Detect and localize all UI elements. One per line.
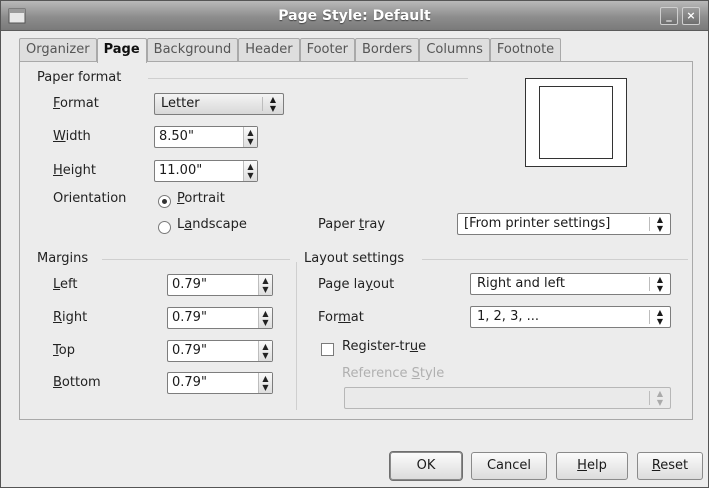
tab-footer[interactable]: Footer — [299, 38, 355, 62]
tab-organizer[interactable]: Organizer — [19, 38, 97, 62]
orientation-label: Orientation — [53, 191, 127, 206]
window-title: Page Style: Default — [278, 8, 431, 24]
minimize-button[interactable]: _ — [660, 7, 678, 25]
page-preview-margin-frame — [539, 86, 613, 159]
register-true-checkbox[interactable] — [321, 343, 334, 356]
paper-tray-label: Paper tray — [318, 217, 386, 232]
paper-format-divider — [148, 78, 468, 79]
paper-tray-select[interactable]: [From printer settings] ▲ ▼ — [457, 213, 671, 235]
margin-right-spinbox[interactable]: 0.79" ▲ ▼ — [167, 307, 273, 329]
layout-format-dropdown-arrows-icon: ▲ ▼ — [656, 308, 664, 326]
section-divider — [296, 262, 297, 410]
help-button[interactable]: Help — [556, 452, 628, 480]
register-true-label[interactable]: Register-true — [342, 339, 426, 354]
tab-columns[interactable]: Columns — [419, 38, 490, 62]
margin-right-value: 0.79" — [172, 310, 207, 325]
tab-footnote[interactable]: Footnote — [489, 38, 562, 62]
page-layout-select[interactable]: Right and left ▲ ▼ — [470, 273, 671, 295]
tab-borders[interactable]: Borders — [354, 38, 420, 62]
cancel-button[interactable]: Cancel — [471, 452, 547, 480]
width-spin-arrows-icon[interactable]: ▲ ▼ — [243, 127, 257, 147]
height-value: 11.00" — [159, 163, 203, 178]
format-select[interactable]: Letter ▲ ▼ — [154, 93, 284, 115]
layout-format-label: Format — [318, 310, 364, 325]
page-layout-value: Right and left — [477, 276, 566, 291]
reference-style-value — [345, 388, 649, 408]
page-tab-panel: Paper format Format Letter ▲ ▼ Width 8.50… — [19, 61, 693, 420]
margin-left-spin-arrows-icon[interactable]: ▲ ▼ — [258, 275, 272, 295]
margin-left-value: 0.79" — [172, 277, 207, 292]
portrait-radio[interactable] — [158, 195, 171, 208]
layout-settings-heading: Layout settings — [304, 251, 405, 266]
margin-right-spin-arrows-icon[interactable]: ▲ ▼ — [258, 308, 272, 328]
margin-bottom-value: 0.79" — [172, 375, 207, 390]
tab-header[interactable]: Header — [238, 38, 300, 62]
ok-button[interactable]: OK — [389, 451, 463, 481]
margin-top-spin-arrows-icon[interactable]: ▲ ▼ — [258, 341, 272, 361]
page-layout-dropdown-arrows-icon: ▲ ▼ — [656, 275, 664, 293]
margin-bottom-label: Bottom — [53, 375, 101, 390]
margin-bottom-spin-arrows-icon[interactable]: ▲ ▼ — [258, 373, 272, 393]
landscape-label[interactable]: Landscape — [177, 217, 247, 232]
layout-settings-divider — [422, 259, 688, 260]
format-dropdown-arrows-icon: ▲ ▼ — [269, 95, 277, 113]
landscape-radio[interactable] — [158, 221, 171, 234]
paper-tray-value: [From printer settings] — [464, 216, 611, 231]
height-label: Height — [53, 163, 96, 178]
title-bar[interactable]: Page Style: Default _ × — [1, 1, 708, 31]
margin-top-spinbox[interactable]: 0.79" ▲ ▼ — [167, 340, 273, 362]
margin-top-value: 0.79" — [172, 343, 207, 358]
margin-right-label: Right — [53, 310, 88, 325]
width-value: 8.50" — [159, 129, 194, 144]
reference-style-dropdown-arrows-icon: ▲ ▼ — [656, 389, 664, 407]
tab-page[interactable]: Page — [96, 38, 147, 63]
tab-bar: Organizer Page Background Header Footer … — [19, 38, 562, 63]
margins-divider — [102, 259, 290, 260]
margin-bottom-spinbox[interactable]: 0.79" ▲ ▼ — [167, 372, 273, 394]
layout-format-value: 1, 2, 3, ... — [477, 309, 540, 324]
page-style-dialog: Page Style: Default _ × Organizer Page B… — [0, 0, 709, 488]
format-label: Format — [53, 96, 99, 111]
margin-top-label: Top — [53, 343, 75, 358]
close-button[interactable]: × — [682, 7, 700, 25]
height-spinbox[interactable]: 11.00" ▲ ▼ — [154, 160, 258, 182]
margins-heading: Margins — [37, 251, 89, 266]
reference-style-select: ▲ ▼ — [344, 387, 671, 409]
tab-background[interactable]: Background — [146, 38, 239, 62]
portrait-label[interactable]: Portrait — [177, 191, 225, 206]
height-spin-arrows-icon[interactable]: ▲ ▼ — [243, 161, 257, 181]
margin-left-label: Left — [53, 277, 78, 292]
reference-style-label: Reference Style — [342, 366, 445, 381]
page-preview — [525, 78, 627, 167]
layout-format-select[interactable]: 1, 2, 3, ... ▲ ▼ — [470, 306, 671, 328]
page-layout-label: Page layout — [318, 277, 395, 292]
width-spinbox[interactable]: 8.50" ▲ ▼ — [154, 126, 258, 148]
reset-button[interactable]: Reset — [637, 452, 703, 480]
width-label: Width — [53, 129, 91, 144]
format-value: Letter — [161, 96, 200, 111]
paper-format-heading: Paper format — [37, 70, 122, 85]
margin-left-spinbox[interactable]: 0.79" ▲ ▼ — [167, 274, 273, 296]
paper-tray-dropdown-arrows-icon: ▲ ▼ — [656, 215, 664, 233]
